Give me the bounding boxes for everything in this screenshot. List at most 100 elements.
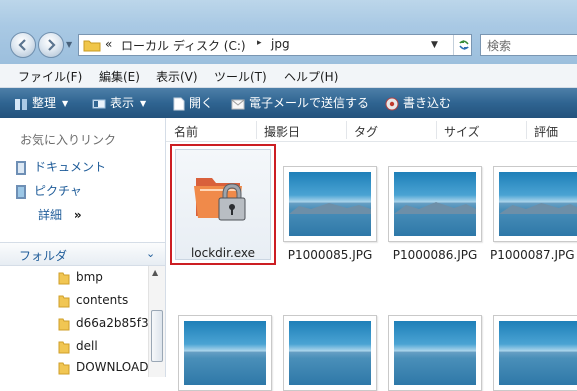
tree-item[interactable]: bmp	[58, 270, 103, 285]
disc-icon	[385, 97, 399, 110]
scroll-up-icon[interactable]: ▲	[152, 268, 158, 277]
photo-landscape	[394, 202, 476, 214]
column-divider[interactable]	[256, 121, 257, 139]
breadcrumb-separator[interactable]: ▸	[257, 38, 262, 48]
email-label: 電子メールで送信する	[249, 96, 370, 110]
views-button[interactable]: 表示 ▼	[92, 94, 146, 111]
folder-icon	[58, 272, 70, 284]
folders-label: フォルダ	[19, 249, 68, 263]
lock-folder-icon	[194, 178, 246, 221]
column-name[interactable]: 名前	[174, 123, 198, 140]
tree-item[interactable]: d66a2b85f3	[58, 316, 149, 331]
file-item-p1000086[interactable]	[388, 166, 482, 242]
tree-item-label: contents	[76, 293, 129, 307]
photo-landscape	[499, 203, 577, 214]
organize-dropdown-icon: ▼	[62, 99, 69, 108]
forward-button[interactable]	[38, 32, 64, 58]
organize-icon	[15, 98, 27, 110]
menu-tools[interactable]: ツール(T)	[214, 68, 267, 85]
scrollbar-thumb[interactable]	[151, 310, 163, 362]
file-label: P1000085.JPG	[287, 248, 373, 262]
tree-item-label: bmp	[76, 270, 103, 284]
address-bar[interactable]: « ローカル ディスク (C:) ▸ jpg ▼	[78, 34, 472, 56]
back-button[interactable]	[10, 32, 36, 58]
favorite-documents-label: ドキュメント	[34, 160, 107, 174]
organize-button[interactable]: 整理 ▼	[14, 94, 68, 111]
column-size[interactable]: サイズ	[444, 123, 480, 140]
refresh-button[interactable]	[453, 35, 472, 55]
favorite-documents[interactable]: ドキュメント	[14, 158, 106, 176]
tree-item[interactable]: dell	[58, 339, 98, 354]
folder-tree-scrollbar[interactable]: ▲	[148, 266, 165, 377]
column-divider[interactable]	[346, 121, 347, 139]
breadcrumb-jpg[interactable]: jpg	[271, 37, 290, 51]
file-item[interactable]	[283, 315, 377, 391]
burn-button[interactable]: 書き込む	[385, 94, 451, 111]
search-placeholder: 検索	[487, 39, 512, 53]
pictures-icon	[16, 184, 26, 199]
file-label: lockdir.exe	[190, 246, 256, 260]
file-item-lockdir-selected[interactable]: lockdir.exe	[170, 144, 276, 265]
menu-edit[interactable]: 編集(E)	[99, 68, 140, 85]
recent-pages-dropdown[interactable]: ▼	[66, 40, 72, 49]
tree-item-label: dell	[76, 339, 98, 353]
refresh-icon	[459, 40, 469, 50]
file-item-p1000085[interactable]	[283, 166, 377, 242]
address-dropdown-icon[interactable]: ▼	[431, 40, 438, 50]
folder-icon	[58, 318, 70, 330]
menu-view[interactable]: 表示(V)	[156, 68, 198, 85]
folder-icon	[58, 362, 70, 374]
open-button[interactable]: 開く	[173, 94, 213, 111]
column-divider[interactable]	[436, 121, 437, 139]
folder-icon	[83, 40, 101, 52]
photo-thumbnail	[499, 321, 577, 385]
views-label: 表示	[110, 96, 135, 110]
file-label: P1000086.JPG	[392, 248, 478, 262]
document-icon	[173, 97, 185, 110]
favorites-heading: お気に入りリンク	[20, 133, 117, 147]
menu-bar: ファイル(F) 編集(E) 表示(V) ツール(T) ヘルプ(H)	[0, 64, 577, 88]
tree-item[interactable]: contents	[58, 293, 128, 308]
organize-label: 整理	[32, 96, 57, 110]
favorite-more[interactable]: 詳細 »	[38, 206, 82, 223]
open-label: 開く	[189, 96, 214, 110]
burn-label: 書き込む	[403, 96, 452, 110]
file-item[interactable]	[388, 315, 482, 391]
tree-item-label: d66a2b85f3	[76, 316, 149, 330]
documents-icon	[16, 160, 26, 175]
views-icon	[92, 99, 106, 108]
folders-header[interactable]: フォルダ ⌄	[0, 242, 165, 266]
photo-thumbnail	[289, 321, 371, 385]
command-bar: 整理 ▼ 表示 ▼ 開く 電子メールで送信する 書き込む	[0, 88, 577, 118]
address-area: ▼ « ローカル ディスク (C:) ▸ jpg ▼ 検索	[0, 0, 577, 64]
folder-icon	[58, 295, 70, 307]
breadcrumb-overflow[interactable]: «	[105, 37, 112, 51]
email-icon	[231, 99, 245, 109]
column-header: 名前 撮影日 タグ サイズ 評価	[166, 118, 577, 142]
photo-thumbnail	[394, 321, 476, 385]
chevron-down-icon: ⌄	[146, 247, 156, 260]
favorite-pictures[interactable]: ピクチャ	[14, 182, 82, 200]
file-item[interactable]	[493, 315, 577, 391]
file-item-p1000087[interactable]	[493, 166, 577, 242]
breadcrumb-local-disk[interactable]: ローカル ディスク (C:)	[121, 37, 246, 54]
tree-item[interactable]: DOWNLOAD	[58, 360, 148, 375]
file-label: P1000087.JPG	[490, 248, 575, 262]
menu-help[interactable]: ヘルプ(H)	[284, 68, 338, 85]
photo-landscape	[289, 203, 371, 214]
column-rating[interactable]: 評価	[534, 123, 558, 140]
column-tags[interactable]: タグ	[354, 123, 378, 140]
menu-file[interactable]: ファイル(F)	[18, 68, 82, 85]
email-button[interactable]: 電子メールで送信する	[231, 94, 369, 111]
favorite-pictures-label: ピクチャ	[34, 184, 82, 198]
forward-arrow-icon	[48, 39, 56, 51]
favorite-more-label: 詳細	[38, 208, 63, 222]
views-dropdown-icon: ▼	[140, 99, 147, 108]
tree-item-label: DOWNLOAD	[76, 360, 149, 374]
column-date-taken[interactable]: 撮影日	[264, 123, 300, 140]
photo-thumbnail	[184, 321, 266, 385]
column-divider[interactable]	[526, 121, 527, 139]
file-item[interactable]	[178, 315, 272, 391]
search-input[interactable]: 検索	[480, 34, 577, 56]
navigation-pane: お気に入りリンク ドキュメント ピクチャ 詳細 » フォルダ ⌄ bmp con…	[0, 118, 166, 377]
